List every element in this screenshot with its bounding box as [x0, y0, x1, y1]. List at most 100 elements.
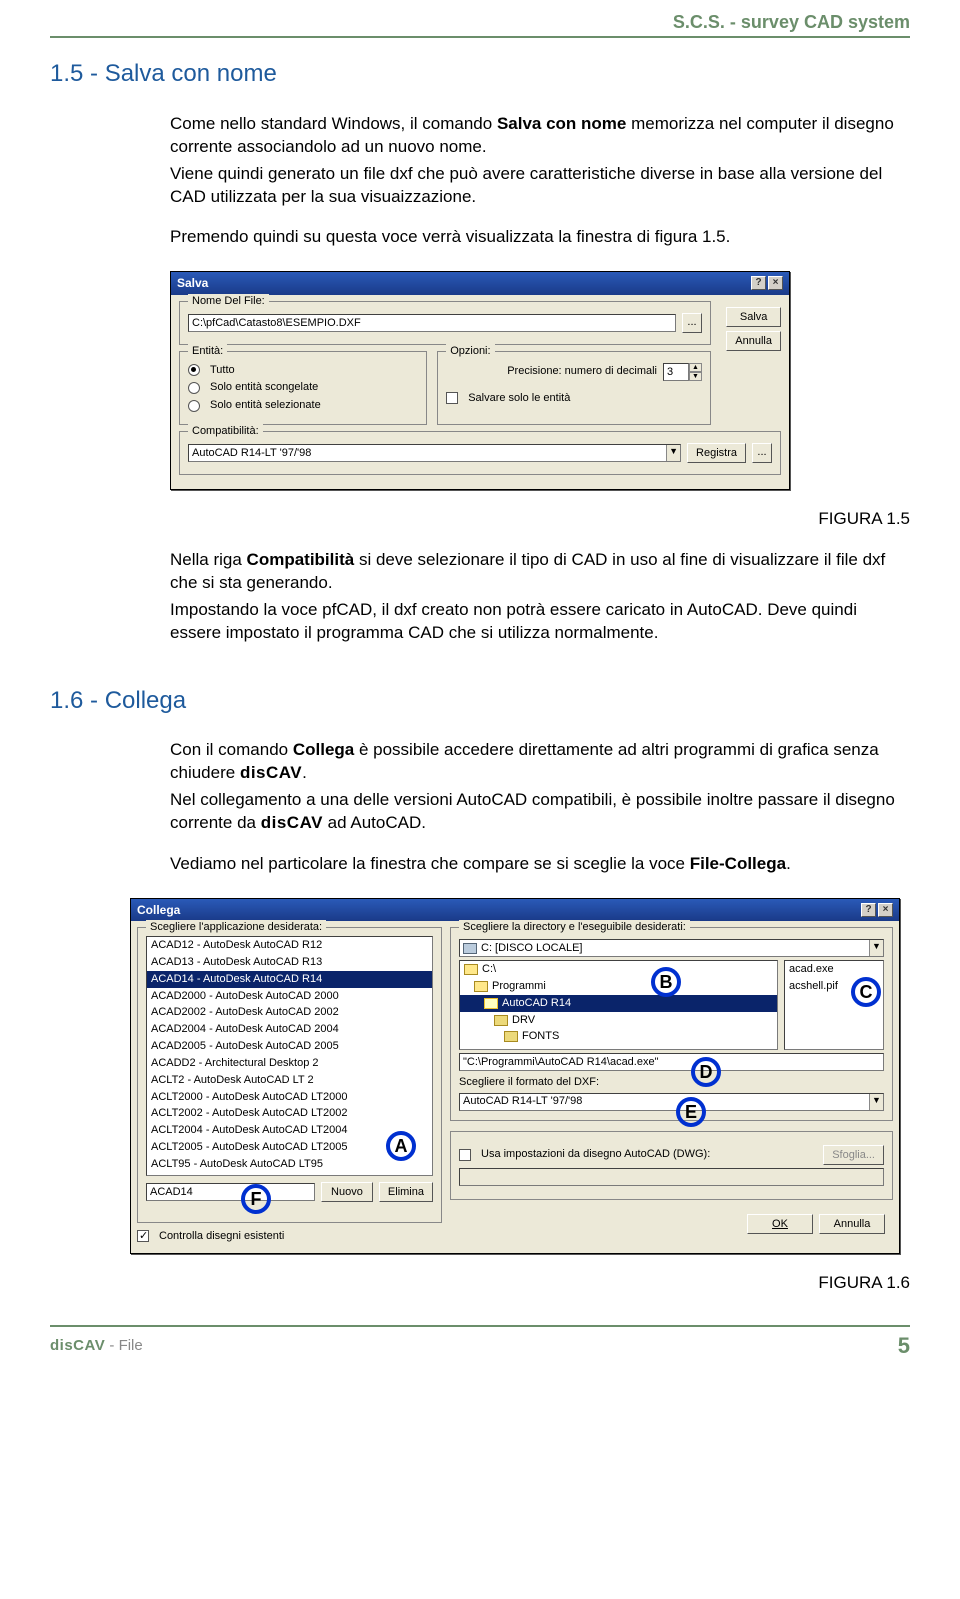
- grp-nome-legend: Nome Del File:: [188, 294, 269, 309]
- dialog-salva-title: Salva: [177, 275, 208, 291]
- drive-combo[interactable]: C: [DISCO LOCALE] ▼: [459, 939, 884, 957]
- radio-scong-label: Solo entità scongelate: [210, 380, 318, 395]
- folder-icon: [474, 981, 488, 992]
- s16p1e: .: [302, 763, 307, 782]
- radio-scongelate[interactable]: [188, 382, 200, 394]
- spin-down-icon[interactable]: ▼: [689, 372, 702, 381]
- list-item[interactable]: ACADD2 - Architectural Desktop 2: [147, 1055, 432, 1072]
- format-combo[interactable]: AutoCAD R14-LT '97/'98 ▼: [459, 1093, 884, 1111]
- nuovo-button[interactable]: Nuovo: [321, 1182, 373, 1202]
- grp-right-legend: Scegliere la directory e l'eseguibile de…: [459, 920, 690, 935]
- registra-button[interactable]: Registra: [687, 443, 746, 463]
- format-label: Scegliere il formato del DXF:: [459, 1075, 884, 1090]
- p1a: Come nello standard Windows, il comando: [170, 114, 497, 133]
- radio-selezionate[interactable]: [188, 400, 200, 412]
- list-item[interactable]: ACAD2000 - AutoDesk AutoCAD 2000: [147, 988, 432, 1005]
- s16p2b: disCAV: [261, 813, 323, 832]
- p5: Impostando la voce pfCAD, il dxf creato …: [170, 599, 910, 645]
- list-item[interactable]: ACAD2002 - AutoDesk AutoCAD 2002: [147, 1004, 432, 1021]
- folder-item[interactable]: C:\: [460, 961, 777, 978]
- figure-1-5-caption: FIGURA 1.5: [50, 508, 910, 531]
- p4a: Nella riga: [170, 550, 247, 569]
- dialog-collega-title: Collega: [137, 902, 180, 918]
- section-1-5-title: 1.5 - Salva con nome: [50, 58, 910, 90]
- file-item[interactable]: acshell.pif: [785, 978, 883, 995]
- list-item[interactable]: ACAD2004 - AutoDesk AutoCAD 2004: [147, 1021, 432, 1038]
- annulla-button[interactable]: Annulla: [726, 331, 781, 351]
- help-icon[interactable]: ?: [751, 276, 766, 290]
- help-icon[interactable]: ?: [861, 903, 876, 917]
- dialog-salva-titlebar[interactable]: Salva ? ×: [171, 272, 789, 294]
- list-item[interactable]: ACLT2005 - AutoDesk AutoCAD LT2005: [147, 1139, 432, 1156]
- radio-tutto[interactable]: [188, 364, 200, 376]
- list-item[interactable]: ACLT2 - AutoDesk AutoCAD LT 2: [147, 1072, 432, 1089]
- browse-button[interactable]: ...: [682, 313, 702, 333]
- close-icon[interactable]: ×: [878, 903, 893, 917]
- list-item[interactable]: ACAD14 - AutoDesk AutoCAD R14: [147, 971, 432, 988]
- list-item[interactable]: ACAD12 - AutoDesk AutoCAD R12: [147, 937, 432, 954]
- precisione-input[interactable]: [663, 363, 689, 381]
- annulla-button[interactable]: Annulla: [819, 1214, 885, 1234]
- list-item[interactable]: ACAD13 - AutoDesk AutoCAD R13: [147, 954, 432, 971]
- section-1-5-after: Nella riga Compatibilità si deve selezio…: [170, 549, 910, 645]
- sfoglia-button[interactable]: Sfoglia...: [823, 1145, 884, 1165]
- folder-icon: [464, 964, 478, 975]
- s16p3c: .: [786, 854, 791, 873]
- apps-listbox[interactable]: ACAD12 - AutoDesk AutoCAD R12ACAD13 - Au…: [146, 936, 433, 1176]
- files-listbox[interactable]: acad.exeacshell.pif: [784, 960, 884, 1050]
- header-rule: [50, 36, 910, 38]
- list-item[interactable]: ACLT95 - AutoDesk AutoCAD LT95: [147, 1156, 432, 1173]
- footer: disCAV - File 5: [50, 1327, 910, 1381]
- folder-label: Programmi: [492, 979, 546, 994]
- dialog-collega-titlebar[interactable]: Collega ? ×: [131, 899, 899, 921]
- folders-listbox[interactable]: C:\ Programmi AutoCAD R14DRVFONTS: [459, 960, 778, 1050]
- chk-dwg[interactable]: [459, 1149, 471, 1161]
- list-item[interactable]: ACAD2005 - AutoDesk AutoCAD 2005: [147, 1038, 432, 1055]
- chk-controlla-label: Controlla disegni esistenti: [159, 1229, 284, 1244]
- folder-icon: [484, 998, 498, 1009]
- elimina-button[interactable]: Elimina: [379, 1182, 433, 1202]
- s16p3b: File-Collega: [690, 854, 786, 873]
- dialog-salva: Salva ? × Salva Annulla Nome Del File: .…: [170, 271, 790, 490]
- folder-icon: [494, 1015, 508, 1026]
- file-item[interactable]: acad.exe: [785, 961, 883, 978]
- compat-combo[interactable]: AutoCAD R14-LT '97/'98 ▼: [188, 444, 681, 462]
- dwg-path-input: [459, 1168, 884, 1186]
- folder-label: C:\: [482, 962, 496, 977]
- chk-dwg-label: Usa impostazioni da disegno AutoCAD (DWG…: [481, 1147, 710, 1162]
- folder-item[interactable]: AutoCAD R14: [460, 995, 777, 1012]
- radio-tutto-label: Tutto: [210, 363, 235, 378]
- list-item[interactable]: ACLT2000 - AutoDesk AutoCAD LT2000: [147, 1089, 432, 1106]
- list-item[interactable]: ACLT97 - AutoDesk AutoCAD LT 97: [147, 1173, 432, 1176]
- s16p3a: Vediamo nel particolare la finestra che …: [170, 854, 690, 873]
- chk-controlla[interactable]: ✓: [137, 1230, 149, 1242]
- folder-icon: [504, 1031, 518, 1042]
- section-1-5-body: Come nello standard Windows, il comando …: [170, 113, 910, 250]
- drive-value: C: [DISCO LOCALE]: [481, 941, 582, 956]
- grp-compat-legend: Compatibilità:: [188, 424, 263, 439]
- p3: Premendo quindi su questa voce verrà vis…: [170, 226, 910, 249]
- filepath-input[interactable]: [188, 314, 676, 332]
- selected-app-input[interactable]: [146, 1183, 315, 1201]
- chk-salvare-label: Salvare solo le entità: [468, 391, 570, 406]
- close-icon[interactable]: ×: [768, 276, 783, 290]
- chevron-down-icon: ▼: [869, 940, 883, 956]
- spin-up-icon[interactable]: ▲: [689, 363, 702, 372]
- compat-value: AutoCAD R14-LT '97/'98: [192, 446, 311, 461]
- footer-brand: disCAV: [50, 1337, 105, 1354]
- ok-button[interactable]: OK: [747, 1214, 813, 1234]
- folder-label: AutoCAD R14: [502, 996, 571, 1011]
- folder-item[interactable]: DRV: [460, 1012, 777, 1029]
- exec-path-input[interactable]: [459, 1053, 884, 1071]
- p2: Viene quindi generato un file dxf che pu…: [170, 163, 910, 209]
- folder-item[interactable]: FONTS: [460, 1028, 777, 1045]
- chevron-down-icon: ▼: [869, 1094, 883, 1110]
- list-item[interactable]: ACLT2004 - AutoDesk AutoCAD LT2004: [147, 1122, 432, 1139]
- salva-button[interactable]: Salva: [726, 307, 781, 327]
- compat-dots-button[interactable]: ...: [752, 443, 772, 463]
- list-item[interactable]: ACLT2002 - AutoDesk AutoCAD LT2002: [147, 1105, 432, 1122]
- footer-section: - File: [105, 1337, 143, 1354]
- chk-salvare-entita[interactable]: [446, 392, 458, 404]
- folder-item[interactable]: Programmi: [460, 978, 777, 995]
- header-brand: S.C.S. - survey CAD system: [50, 0, 910, 36]
